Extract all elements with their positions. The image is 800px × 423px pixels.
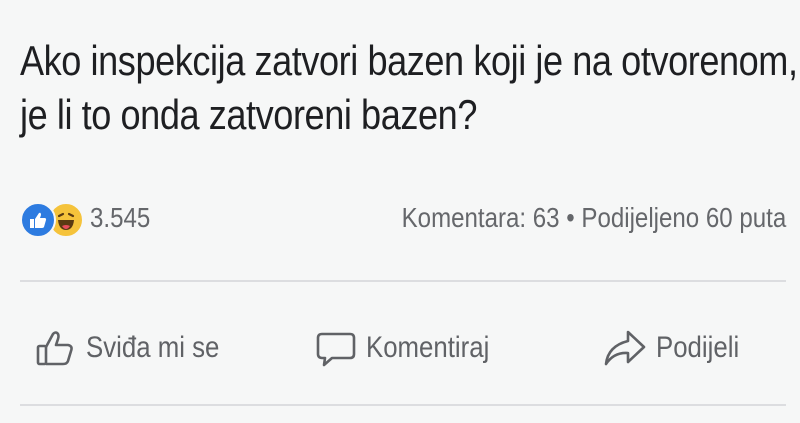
post-text-line-2: je li to onda zatvoreni bazen? [20,91,477,138]
post-text: Ako inspekcija zatvori bazen koji je na … [20,34,798,142]
like-button-label: Sviđa mi se [86,331,220,364]
comment-bubble-icon [314,326,358,370]
divider-bottom [20,404,786,406]
reaction-count: 3.545 [90,202,151,233]
post-stats-bar: 3.545 Komentara: 63 • Podijeljeno 60 put… [20,196,786,240]
reaction-icons [20,198,84,238]
share-button[interactable]: Podijeli [602,318,753,378]
divider-top [20,280,786,282]
comments-shares-count[interactable]: Komentara: 63 • Podijeljeno 60 puta [401,202,786,234]
action-bar: Sviđa mi se Komentiraj Podijeli [0,308,800,388]
share-button-label: Podijeli [656,331,740,364]
like-icon [20,202,56,238]
share-arrow-icon [602,326,648,370]
comment-button-label: Komentiraj [366,331,490,364]
thumbs-up-icon [34,326,78,370]
like-button[interactable]: Sviđa mi se [34,318,241,378]
comment-button[interactable]: Komentiraj [314,318,509,378]
post-text-line-1: Ako inspekcija zatvori bazen koji je na … [20,37,798,84]
reactions-summary[interactable]: 3.545 [20,198,160,238]
